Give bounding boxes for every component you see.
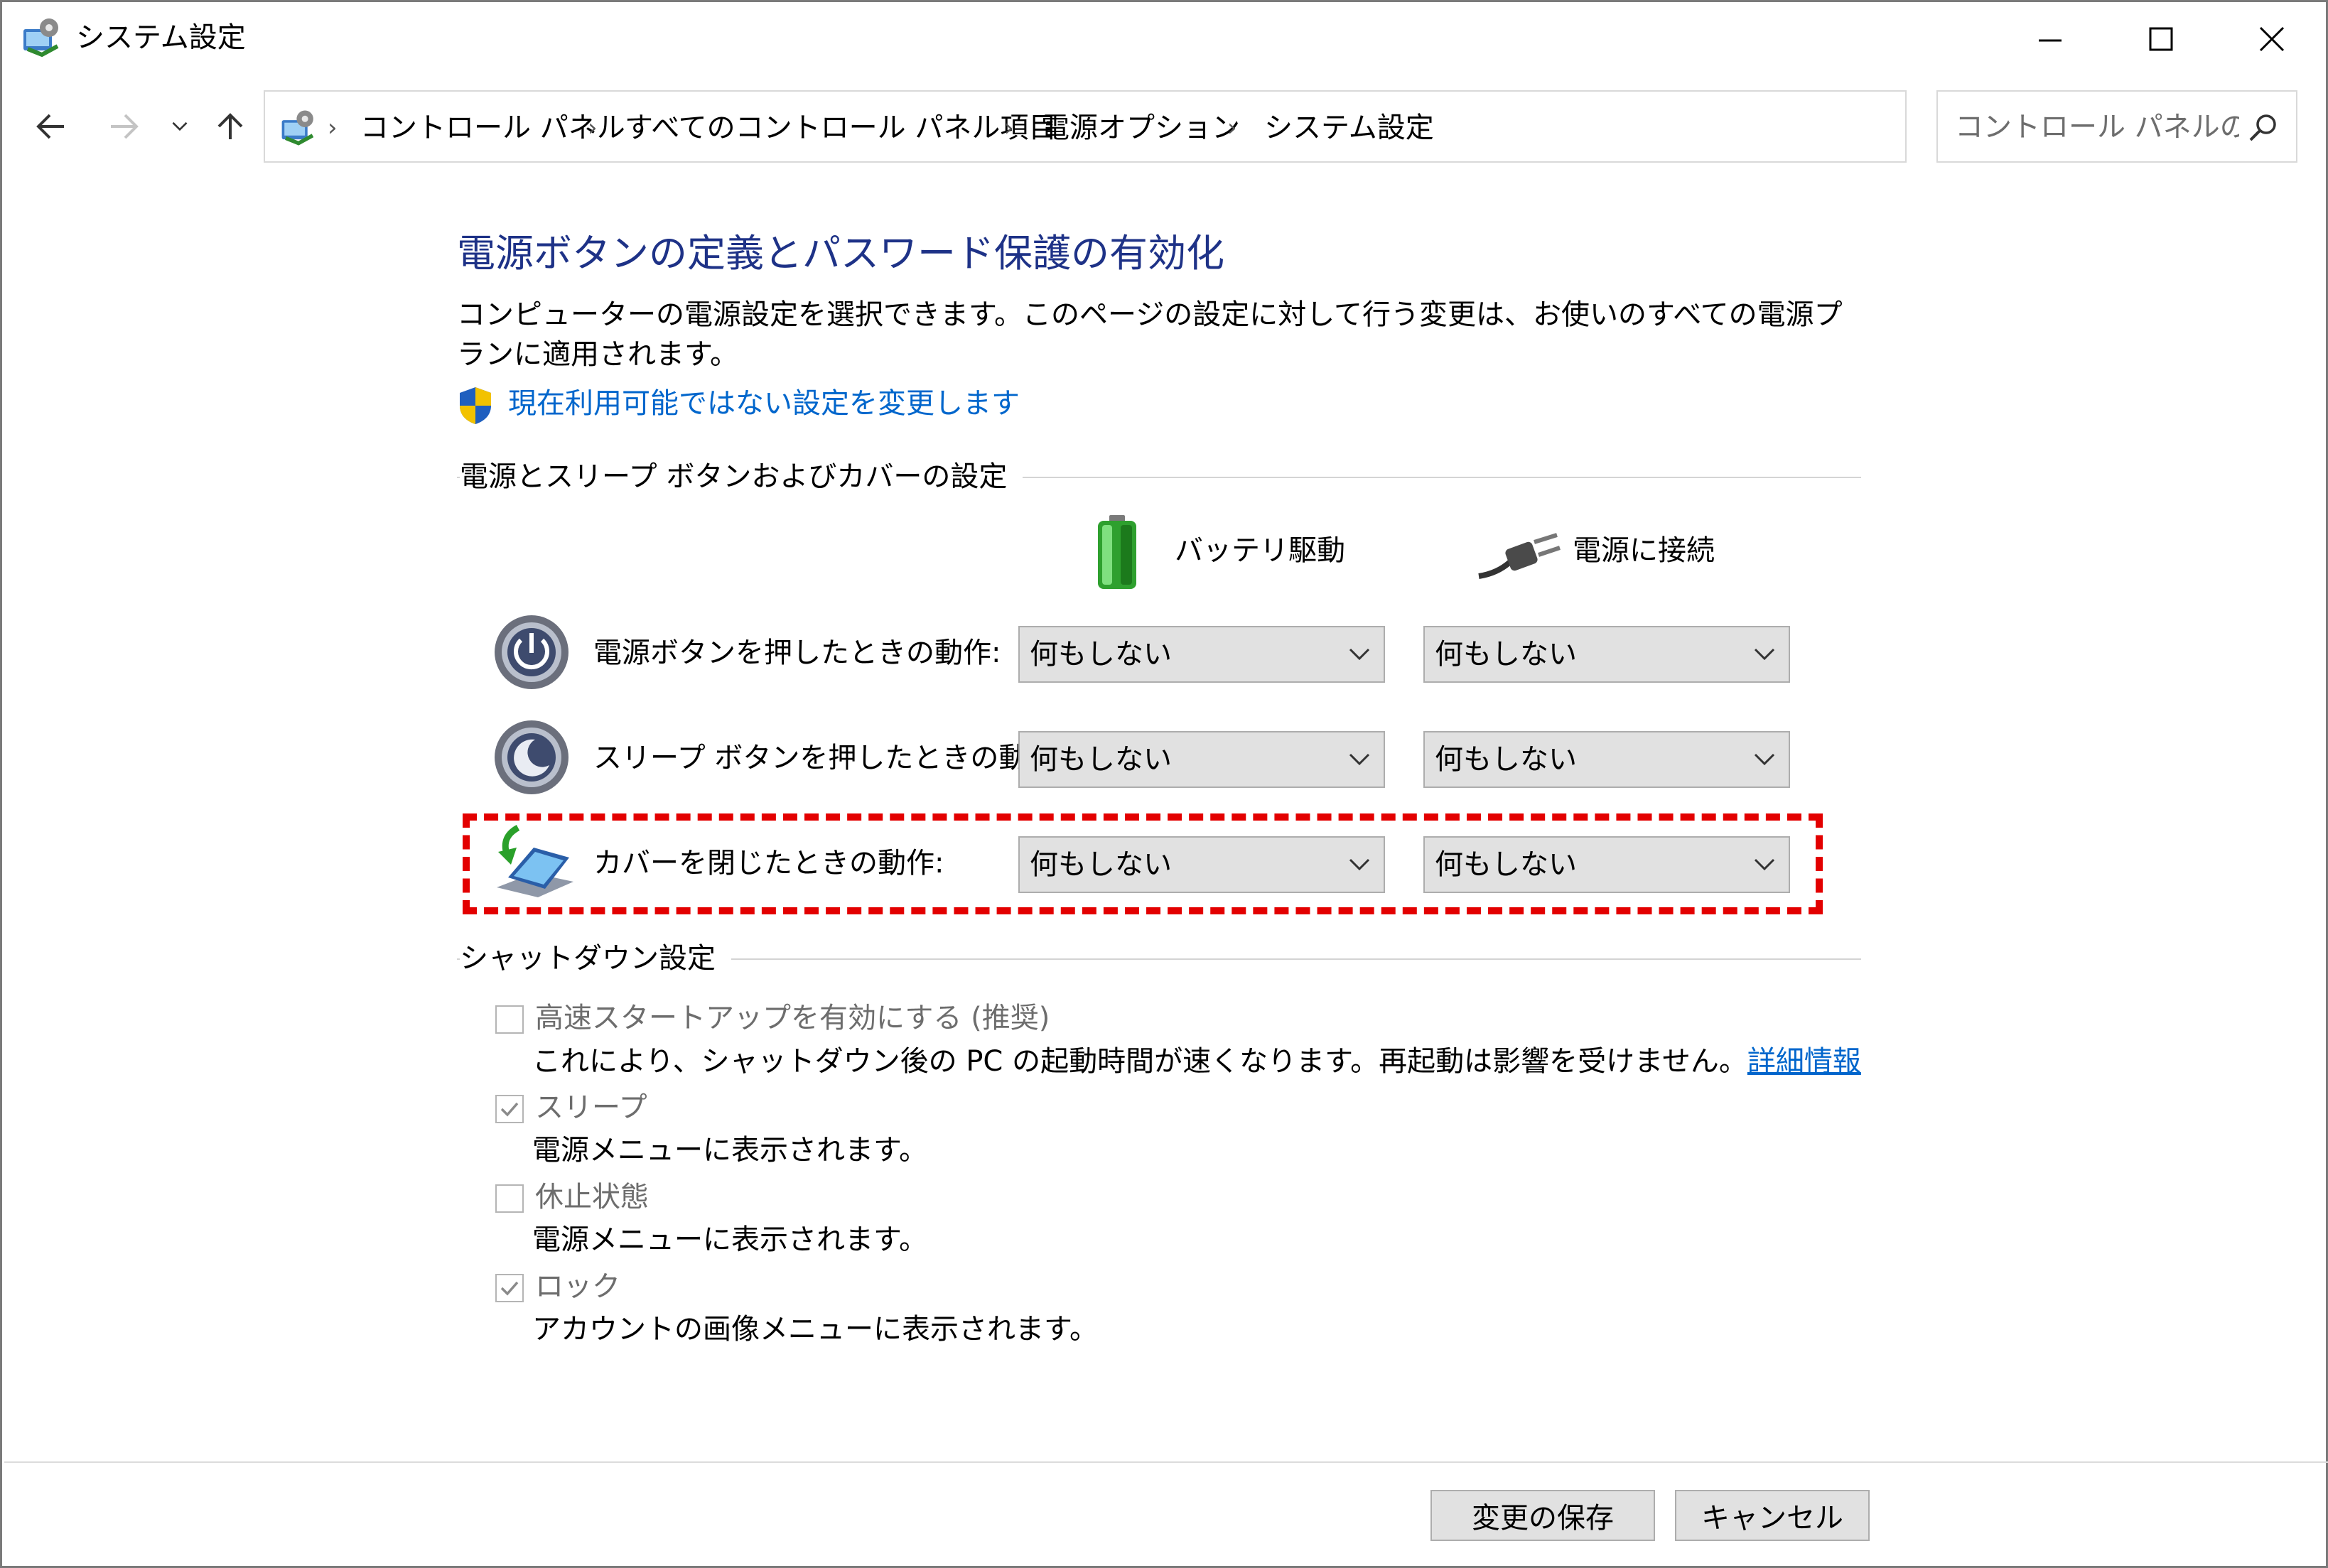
control-panel-icon	[279, 107, 319, 147]
chevron-down-icon	[1349, 753, 1370, 766]
lock-checkbox[interactable]	[495, 1274, 524, 1302]
chevron-down-icon	[1754, 753, 1775, 766]
sleep-checkbox[interactable]	[495, 1095, 524, 1123]
chevron-down-icon	[1754, 648, 1775, 661]
fast-startup-description: これにより、シャットダウン後の PC の起動時間が速くなります。再起動は影響を受…	[532, 1042, 1861, 1081]
hibernate-description: 電源メニューに表示されます。	[532, 1223, 927, 1256]
sleep-label: スリープ	[535, 1091, 647, 1124]
sleep-button-battery-select[interactable]: 何もしない	[1018, 731, 1385, 788]
sleep-button-plugged-select[interactable]: 何もしない	[1423, 731, 1790, 788]
select-value: 何もしない	[1030, 638, 1172, 671]
select-value: 何もしない	[1435, 848, 1577, 881]
recent-locations-button[interactable]	[158, 102, 201, 151]
shutdown-section-title: シャットダウン設定	[460, 940, 731, 977]
checkmark-icon	[500, 1281, 519, 1296]
breadcrumb-control-panel[interactable]: コントロール パネル	[360, 92, 625, 164]
power-button-icon	[492, 613, 571, 691]
chevron-down-icon	[1349, 858, 1370, 871]
plugged-in-column-header: 電源に接続	[1573, 534, 1715, 567]
close-icon	[2259, 26, 2285, 52]
change-unavailable-settings-link[interactable]: 現在利用可能ではない設定を変更します	[508, 384, 1020, 423]
search-box[interactable]	[1936, 90, 2297, 163]
search-input[interactable]	[1955, 106, 2239, 148]
hibernate-checkbox[interactable]	[495, 1184, 524, 1213]
power-buttons-section-title: 電源とスリープ ボタンおよびカバーの設定	[460, 458, 1023, 495]
forward-button[interactable]	[99, 102, 149, 151]
control-panel-icon	[21, 15, 65, 59]
recent-dropdown-icon	[172, 121, 188, 131]
breadcrumb-power-options[interactable]: 電源オプション	[1041, 92, 1240, 164]
breadcrumb-system-settings[interactable]: システム設定	[1264, 92, 1434, 164]
breadcrumb-separator: ›	[1004, 114, 1014, 142]
maximize-button[interactable]	[2106, 2, 2216, 76]
select-value: 何もしない	[1030, 848, 1172, 881]
lock-label: ロック	[535, 1270, 620, 1303]
lid-close-battery-select[interactable]: 何もしない	[1018, 836, 1385, 893]
cancel-button[interactable]: キャンセル	[1675, 1490, 1870, 1541]
select-value: 何もしない	[1435, 638, 1577, 671]
fast-startup-label: 高速スタートアップを有効にする (推奨)	[535, 1002, 1050, 1034]
breadcrumb-all-items[interactable]: すべてのコントロール パネル項目	[625, 92, 1057, 164]
uac-shield-icon	[457, 386, 494, 426]
window: システム設定 › コントロール パネル › すべてのコントロール パネル項目 ›…	[0, 0, 2328, 1568]
address-bar[interactable]: › コントロール パネル › すべてのコントロール パネル項目 › 電源オプショ…	[264, 90, 2140, 164]
page-title: 電源ボタンの定義とパスワード保護の有効化	[457, 231, 1224, 276]
lid-close-action-label: カバーを閉じたときの動作:	[593, 847, 944, 880]
page-description: コンピューターの電源設定を選択できます。このページの設定に対して行う変更は、お使…	[457, 298, 1843, 371]
close-button[interactable]	[2216, 2, 2327, 76]
forward-arrow-icon	[111, 114, 139, 139]
chevron-down-icon	[1754, 858, 1775, 871]
power-button-plugged-select[interactable]: 何もしない	[1423, 626, 1790, 683]
more-info-link[interactable]: 詳細情報	[1747, 1045, 1861, 1078]
battery-column-header: バッテリ駆動	[1175, 534, 1345, 567]
search-icon[interactable]	[2246, 110, 2282, 146]
breadcrumb-separator: ›	[588, 114, 598, 142]
select-value: 何もしない	[1435, 743, 1577, 776]
sleep-button-action-label: スリープ ボタンを押したときの動作:	[593, 742, 1065, 774]
select-value: 何もしない	[1030, 743, 1172, 776]
up-button[interactable]	[205, 102, 255, 151]
laptop-lid-icon	[492, 823, 578, 902]
minimize-icon	[2039, 39, 2062, 42]
up-arrow-icon	[217, 113, 243, 139]
maximize-icon	[2149, 27, 2173, 51]
breadcrumb-separator: ›	[1227, 114, 1237, 142]
back-arrow-icon	[36, 114, 64, 139]
back-button[interactable]	[26, 102, 76, 151]
lock-description: アカウントの画像メニューに表示されます。	[532, 1313, 1098, 1346]
power-plug-icon	[1476, 526, 1561, 583]
chevron-down-icon	[1349, 648, 1370, 661]
window-title: システム設定	[76, 21, 246, 54]
footer-divider	[4, 1461, 2328, 1463]
checkmark-icon	[500, 1102, 519, 1117]
sleep-description: 電源メニューに表示されます。	[532, 1134, 927, 1167]
power-button-battery-select[interactable]: 何もしない	[1018, 626, 1385, 683]
breadcrumb-separator: ›	[328, 114, 338, 142]
minimize-button[interactable]	[1995, 2, 2106, 76]
hibernate-label: 休止状態	[535, 1181, 649, 1213]
sleep-button-icon	[492, 718, 571, 796]
fast-startup-description-text: これにより、シャットダウン後の PC の起動時間が速くなります。再起動は影響を受…	[532, 1045, 1747, 1078]
power-button-action-label: 電源ボタンを押したときの動作:	[593, 637, 1001, 669]
battery-icon	[1092, 514, 1142, 592]
fast-startup-checkbox[interactable]	[495, 1005, 524, 1034]
lid-close-plugged-select[interactable]: 何もしない	[1423, 836, 1790, 893]
save-changes-button[interactable]: 変更の保存	[1430, 1490, 1655, 1541]
